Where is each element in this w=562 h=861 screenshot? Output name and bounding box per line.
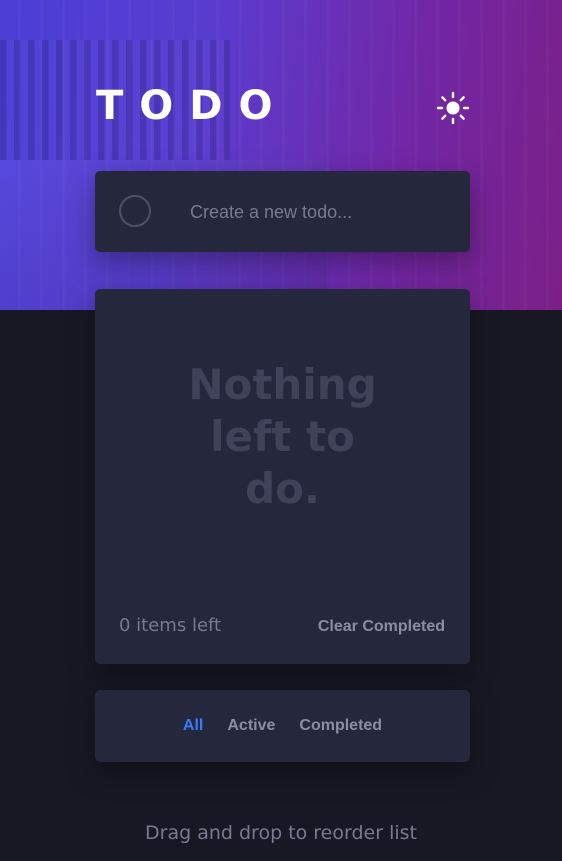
todo-list-card: Nothing left to do. 0 items left Clear C…: [95, 289, 470, 664]
clear-completed-button[interactable]: Clear Completed: [318, 618, 445, 636]
new-todo-input[interactable]: [188, 195, 452, 229]
filter-completed-button[interactable]: Completed: [299, 717, 382, 735]
header-background-image: [0, 0, 562, 310]
filter-all-button[interactable]: All: [183, 717, 203, 735]
new-todo-card: [95, 171, 470, 252]
app-title: TODO: [96, 83, 289, 129]
empty-circle-icon[interactable]: [119, 195, 151, 227]
sun-icon: [436, 91, 470, 125]
theme-toggle-button[interactable]: [436, 91, 470, 125]
reorder-hint: Drag and drop to reorder list: [145, 822, 417, 844]
filter-bar: All Active Completed: [95, 690, 470, 762]
empty-state-message: Nothing left to do.: [188, 360, 377, 513]
items-left-counter: 0 items left: [119, 615, 222, 636]
filter-active-button[interactable]: Active: [227, 717, 275, 735]
